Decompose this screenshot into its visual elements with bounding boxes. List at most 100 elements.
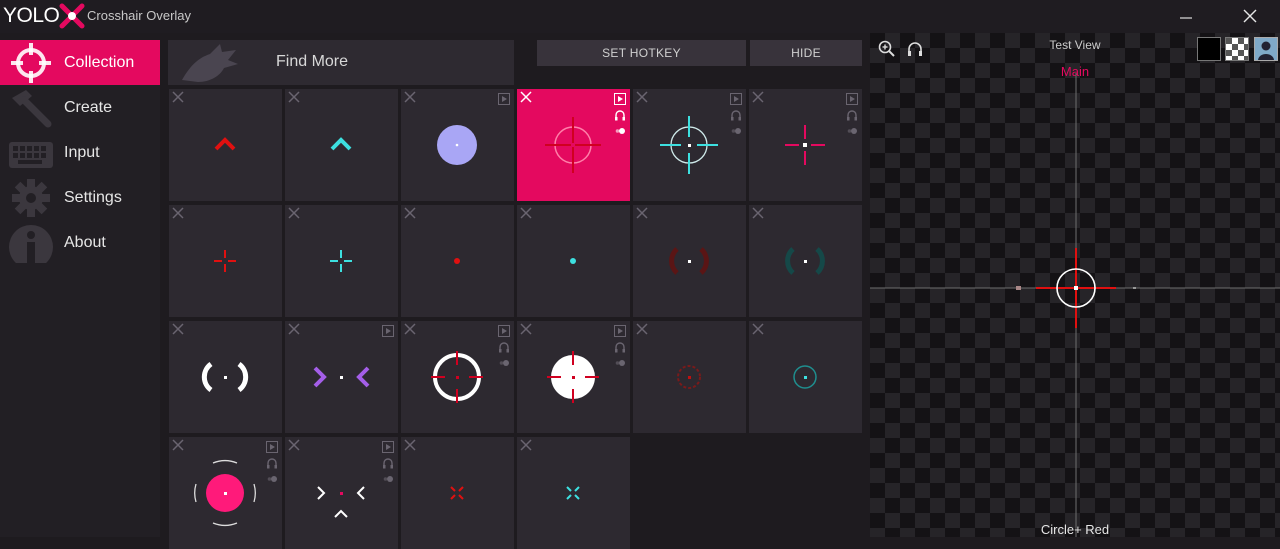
crosshair-tile[interactable] [285,321,398,433]
play-icon[interactable] [382,325,394,337]
delete-icon[interactable] [636,91,648,103]
plus-pink-crosshair [785,125,825,165]
dashed-circle-darkred-crosshair [677,365,701,389]
lavender-dot-crosshair [437,125,477,165]
crosshair-tile[interactable] [285,205,398,317]
play-icon[interactable] [846,93,858,105]
chevrons-purple-crosshair [313,366,370,388]
toggle-icon[interactable] [266,473,278,485]
play-icon[interactable] [614,93,626,105]
minimize-button[interactable] [1171,2,1201,30]
headphones-icon[interactable] [614,109,626,121]
crosshair-tile[interactable] [285,437,398,549]
sidebar-item-about[interactable]: About [0,220,160,265]
crosshair-tile[interactable] [749,89,862,201]
sidebar-item-label: Collection [64,53,135,71]
dashed-circle-cyan-crosshair [793,365,817,389]
delete-icon[interactable] [404,323,416,335]
crosshair-name: Circle+ Red [1040,522,1110,537]
hide-button[interactable]: HIDE [750,40,862,66]
toggle-icon[interactable] [614,357,626,369]
toggle-icon[interactable] [382,473,394,485]
play-icon[interactable] [498,93,510,105]
x-cyan-crosshair [566,486,580,500]
delete-icon[interactable] [752,207,764,219]
toggle-icon[interactable] [614,125,626,137]
delete-icon[interactable] [520,323,532,335]
delete-icon[interactable] [288,323,300,335]
delete-icon[interactable] [172,91,184,103]
chevron-cyan-crosshair [330,137,352,151]
keyboard-icon [9,141,53,168]
crosshair-tile[interactable] [401,321,514,433]
crosshair-tile[interactable] [633,205,746,317]
delete-icon[interactable] [636,207,648,219]
toggle-icon[interactable] [730,125,742,137]
headphones-icon[interactable] [266,457,278,469]
crosshair-tile[interactable] [285,89,398,201]
delete-icon[interactable] [752,91,764,103]
crosshair-icon [11,42,51,83]
test-view-panel: Test View Main Circle+ Red [870,33,1280,537]
crosshair-tile[interactable] [517,437,630,549]
delete-icon[interactable] [404,439,416,451]
crosshair-tile[interactable] [749,321,862,433]
play-icon[interactable] [730,93,742,105]
headphones-icon[interactable] [498,341,510,353]
crosshair-tile[interactable] [169,89,282,201]
dot-cyan-crosshair [570,258,576,264]
delete-icon[interactable] [520,207,532,219]
crosshair-tile[interactable] [169,321,282,433]
delete-icon[interactable] [172,207,184,219]
play-icon[interactable] [382,441,394,453]
crosshair-tile[interactable] [169,437,282,549]
crosshair-tile[interactable] [401,89,514,201]
delete-icon[interactable] [288,207,300,219]
headphones-icon[interactable] [846,109,858,121]
logo-text: YOLO [3,4,60,27]
close-button[interactable] [1235,2,1265,30]
delete-icon[interactable] [288,439,300,451]
set-hotkey-button[interactable]: SET HOTKEY [537,40,746,66]
delete-icon[interactable] [404,207,416,219]
brackets-darkcyan-crosshair [785,247,825,275]
crosshair-tile[interactable] [401,205,514,317]
x-red-crosshair [450,486,464,500]
brackets-darkred-crosshair [669,247,709,275]
delete-icon[interactable] [404,91,416,103]
delete-icon[interactable] [752,323,764,335]
chevron-red-crosshair [214,137,236,151]
play-icon[interactable] [266,441,278,453]
delete-icon[interactable] [520,91,532,103]
delete-icon[interactable] [636,323,648,335]
headphones-icon[interactable] [382,457,394,469]
crosshair-tile-selected[interactable] [517,89,630,201]
dragon-icon [182,44,238,82]
sidebar-item-label: Settings [64,188,122,206]
delete-icon[interactable] [172,439,184,451]
title-bar: YOLO Crosshair Overlay [0,0,1280,33]
delete-icon[interactable] [520,439,532,451]
headphones-icon[interactable] [614,341,626,353]
delete-icon[interactable] [172,323,184,335]
toggle-icon[interactable] [846,125,858,137]
crosshair-tile[interactable] [749,205,862,317]
crosshair-tile[interactable] [633,321,746,433]
pink-target-crosshair [194,460,256,526]
crosshair-tile[interactable] [401,437,514,549]
play-icon[interactable] [614,325,626,337]
gear-icon [12,178,50,217]
crosshair-tile[interactable] [517,205,630,317]
find-more-button[interactable]: Find More [168,40,514,85]
sidebar-item-settings[interactable]: Settings [0,175,160,220]
crosshair-tile[interactable] [517,321,630,433]
play-icon[interactable] [498,325,510,337]
crosshair-tile[interactable] [169,205,282,317]
sidebar-item-collection[interactable]: Collection [0,40,160,85]
headphones-icon[interactable] [730,109,742,121]
crosshair-tile[interactable] [633,89,746,201]
sidebar-item-create[interactable]: Create [0,85,160,130]
toggle-icon[interactable] [498,357,510,369]
delete-icon[interactable] [288,91,300,103]
sidebar-item-input[interactable]: Input [0,130,160,175]
